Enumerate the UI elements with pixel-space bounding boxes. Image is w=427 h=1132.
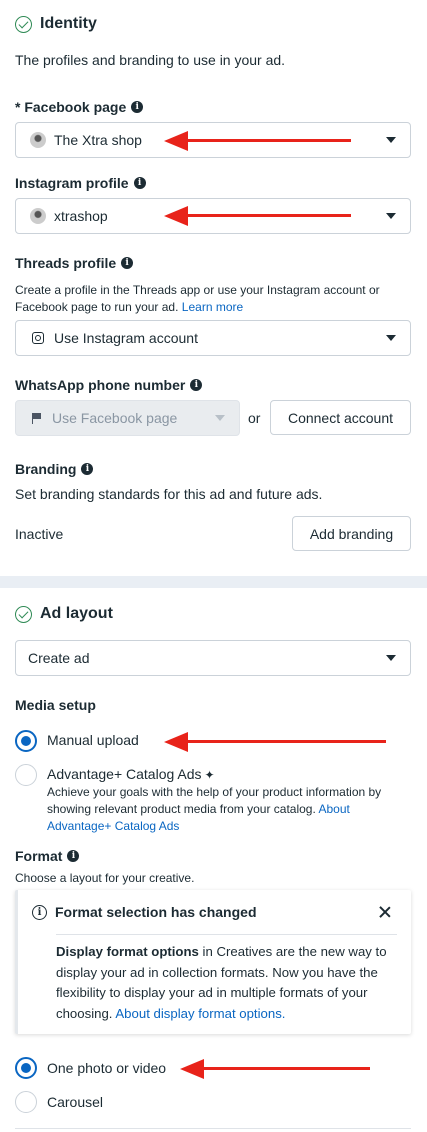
sparkle-icon: ✦ bbox=[204, 768, 215, 782]
format-label: Format i bbox=[15, 848, 80, 864]
carousel-radio[interactable] bbox=[15, 1091, 37, 1113]
instagram-icon bbox=[32, 332, 44, 344]
facebook-page-value: The Xtra shop bbox=[54, 132, 142, 148]
avatar-icon bbox=[30, 208, 46, 224]
one-photo-video-label[interactable]: One photo or video bbox=[47, 1060, 166, 1076]
ad-layout-title: Ad layout bbox=[40, 605, 113, 622]
identity-header: Identity bbox=[15, 15, 97, 33]
info-icon[interactable]: i bbox=[190, 379, 203, 391]
info-icon[interactable]: i bbox=[133, 177, 146, 189]
annotation-arrow bbox=[164, 131, 351, 151]
annotation-arrow bbox=[164, 206, 351, 226]
instagram-profile-label: Instagram profile i bbox=[15, 175, 146, 191]
annotation-arrow bbox=[164, 732, 386, 752]
info-icon[interactable]: i bbox=[131, 101, 144, 113]
format-help: Choose a layout for your creative. bbox=[15, 871, 195, 885]
whatsapp-label: WhatsApp phone number i bbox=[15, 377, 203, 393]
advantage-catalog-label[interactable]: Advantage+ Catalog Ads ✦ bbox=[47, 766, 215, 782]
branding-label: Branding i bbox=[15, 461, 94, 477]
info-icon[interactable]: i bbox=[81, 463, 94, 475]
flag-icon bbox=[32, 412, 42, 424]
avatar-icon bbox=[30, 132, 46, 148]
notice-title: Format selection has changed bbox=[55, 904, 257, 920]
chevron-down-icon bbox=[386, 655, 396, 661]
whatsapp-value: Use Facebook page bbox=[52, 410, 178, 426]
notice-body: Display format options in Creatives are … bbox=[56, 944, 387, 1021]
identity-title: Identity bbox=[40, 15, 97, 32]
facebook-page-label: * Facebook page i bbox=[15, 99, 144, 115]
chevron-down-icon bbox=[386, 137, 396, 143]
threads-profile-select[interactable]: Use Instagram account bbox=[15, 320, 411, 356]
format-change-notice: i Format selection has changed Display f… bbox=[15, 890, 411, 1034]
bottom-divider bbox=[15, 1128, 411, 1129]
about-display-format-link[interactable]: About display format options. bbox=[115, 1006, 285, 1021]
annotation-arrow bbox=[180, 1059, 370, 1079]
identity-subtitle: The profiles and branding to use in your… bbox=[15, 52, 286, 68]
media-setup-label: Media setup bbox=[15, 697, 96, 713]
one-photo-video-radio[interactable] bbox=[15, 1057, 37, 1079]
threads-profile-label: Threads profile i bbox=[15, 255, 134, 271]
or-text: or bbox=[248, 410, 261, 426]
carousel-label[interactable]: Carousel bbox=[47, 1094, 103, 1110]
connect-account-button[interactable]: Connect account bbox=[270, 400, 411, 435]
check-circle-icon bbox=[15, 15, 32, 33]
notice-divider bbox=[56, 934, 397, 935]
info-icon[interactable]: i bbox=[121, 257, 134, 269]
advantage-catalog-description: Achieve your goals with the help of your… bbox=[47, 785, 382, 833]
manual-upload-label[interactable]: Manual upload bbox=[47, 732, 139, 748]
ad-layout-header: Ad layout bbox=[15, 605, 113, 623]
instagram-profile-value: xtrashop bbox=[54, 208, 108, 224]
info-icon[interactable]: i bbox=[67, 850, 80, 862]
manual-upload-radio[interactable] bbox=[15, 730, 37, 752]
learn-more-link[interactable]: Learn more bbox=[182, 300, 243, 314]
branding-help: Set branding standards for this ad and f… bbox=[15, 486, 323, 502]
add-branding-button[interactable]: Add branding bbox=[292, 516, 411, 551]
threads-help: Create a profile in the Threads app or u… bbox=[15, 283, 380, 314]
section-divider bbox=[0, 576, 427, 588]
whatsapp-select[interactable]: Use Facebook page bbox=[15, 400, 240, 436]
check-circle-icon bbox=[15, 605, 32, 623]
create-ad-value: Create ad bbox=[28, 650, 90, 666]
chevron-down-icon bbox=[386, 213, 396, 219]
chevron-down-icon bbox=[215, 415, 225, 421]
threads-profile-value: Use Instagram account bbox=[54, 330, 198, 346]
close-icon[interactable] bbox=[377, 904, 393, 920]
info-icon: i bbox=[32, 904, 47, 920]
advantage-catalog-radio[interactable] bbox=[15, 764, 37, 786]
chevron-down-icon bbox=[386, 335, 396, 341]
branding-status: Inactive bbox=[15, 526, 64, 542]
notice-header: i Format selection has changed bbox=[32, 904, 257, 920]
create-ad-select[interactable]: Create ad bbox=[15, 640, 411, 676]
